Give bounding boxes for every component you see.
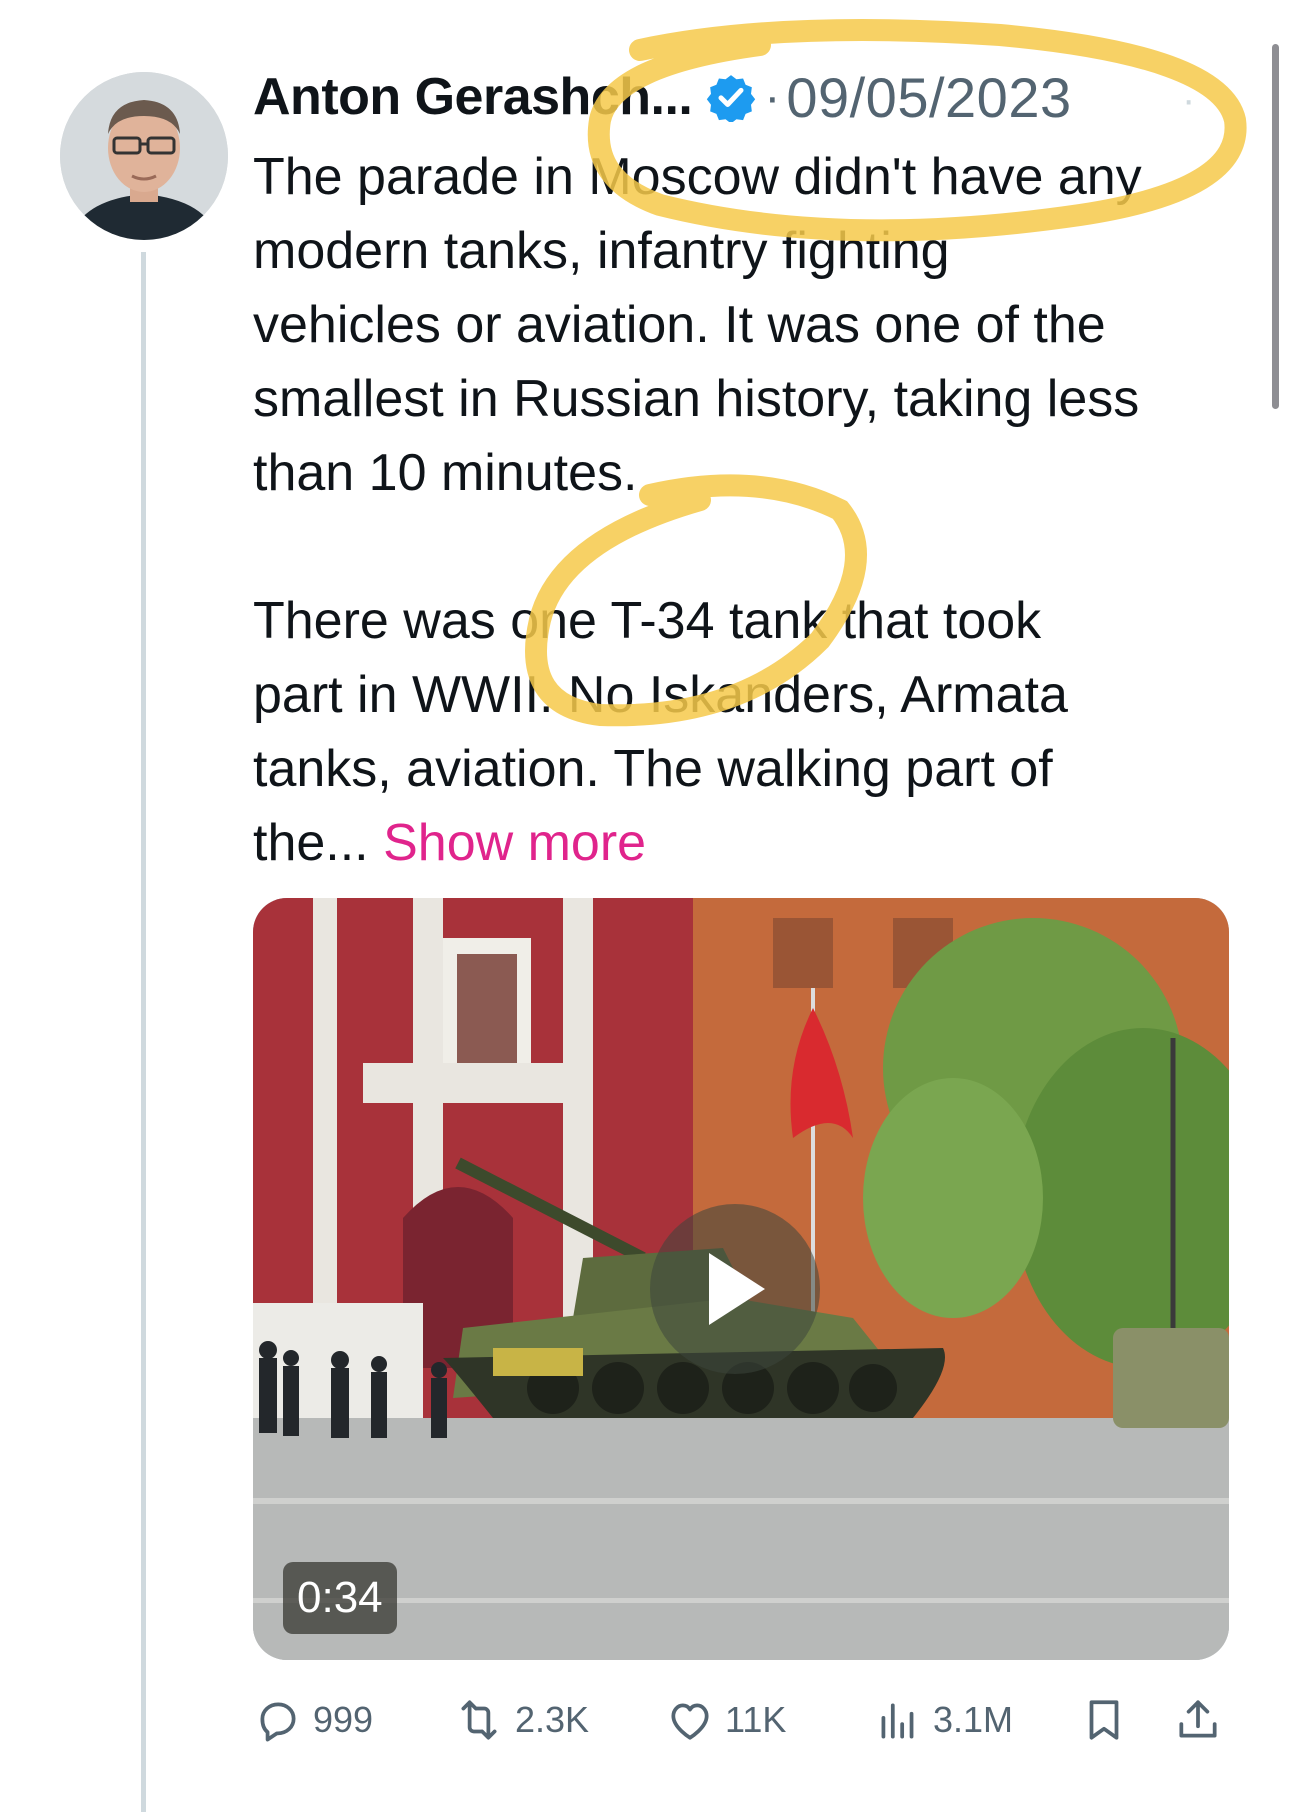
bookmark-button[interactable] (1079, 1690, 1129, 1750)
retweet-icon (461, 1700, 497, 1740)
action-bar: 999 2.3K 11K 3.1M (253, 1690, 1229, 1750)
video-player[interactable]: 0:34 (253, 898, 1229, 1660)
retweet-button[interactable]: 2.3K (453, 1690, 589, 1750)
text-line: than 10 minutes. (253, 444, 638, 502)
separator-dot: · (764, 70, 781, 124)
text-line: There was one T-34 tank that took (253, 592, 1042, 650)
text-line: vehicles or aviation. It was one of the (253, 296, 1106, 354)
text-line: smallest in Russian history, taking less (253, 370, 1140, 428)
show-more-link[interactable]: Show more (383, 814, 646, 872)
views-count: 3.1M (933, 1699, 1014, 1740)
like-icon (671, 1703, 709, 1740)
reply-icon (260, 1702, 296, 1742)
verified-badge-icon (707, 75, 756, 122)
play-button[interactable] (650, 1204, 820, 1374)
avatar-image (60, 72, 228, 240)
share-icon (1179, 1700, 1217, 1738)
tweet-header: Anton Gerashсh... · 09/05/2023 (253, 62, 1072, 132)
avatar[interactable] (60, 72, 228, 240)
reply-count: 999 (313, 1699, 374, 1740)
share-button[interactable] (1173, 1690, 1223, 1750)
text-line: The parade in Moscow didn't have any (253, 148, 1142, 206)
thread-line (141, 252, 146, 1812)
retweet-count: 2.3K (515, 1699, 590, 1740)
scrollbar[interactable] (1272, 44, 1279, 409)
author-name[interactable]: Anton Gerashсh... (253, 67, 693, 127)
like-button[interactable]: 11K (665, 1690, 786, 1750)
views-button[interactable]: 3.1M (873, 1690, 1013, 1750)
play-icon (709, 1253, 765, 1325)
like-count: 11K (725, 1699, 787, 1740)
more-options-icon[interactable]: · (1182, 78, 1195, 123)
views-icon (881, 1703, 914, 1739)
video-duration: 0:34 (283, 1562, 397, 1634)
tweet-text: The parade in Moscow didn't have any mod… (253, 140, 1243, 880)
reply-button[interactable]: 999 (253, 1690, 373, 1750)
bookmark-icon (1089, 1700, 1119, 1740)
text-line: part in WWII. No Iskanders, Armata (253, 666, 1068, 724)
tweet-date[interactable]: 09/05/2023 (786, 65, 1071, 130)
text-line: tanks, aviation. The walking part of (253, 740, 1053, 798)
text-line: the... (253, 814, 369, 872)
text-line: modern tanks, infantry fighting (253, 222, 950, 280)
